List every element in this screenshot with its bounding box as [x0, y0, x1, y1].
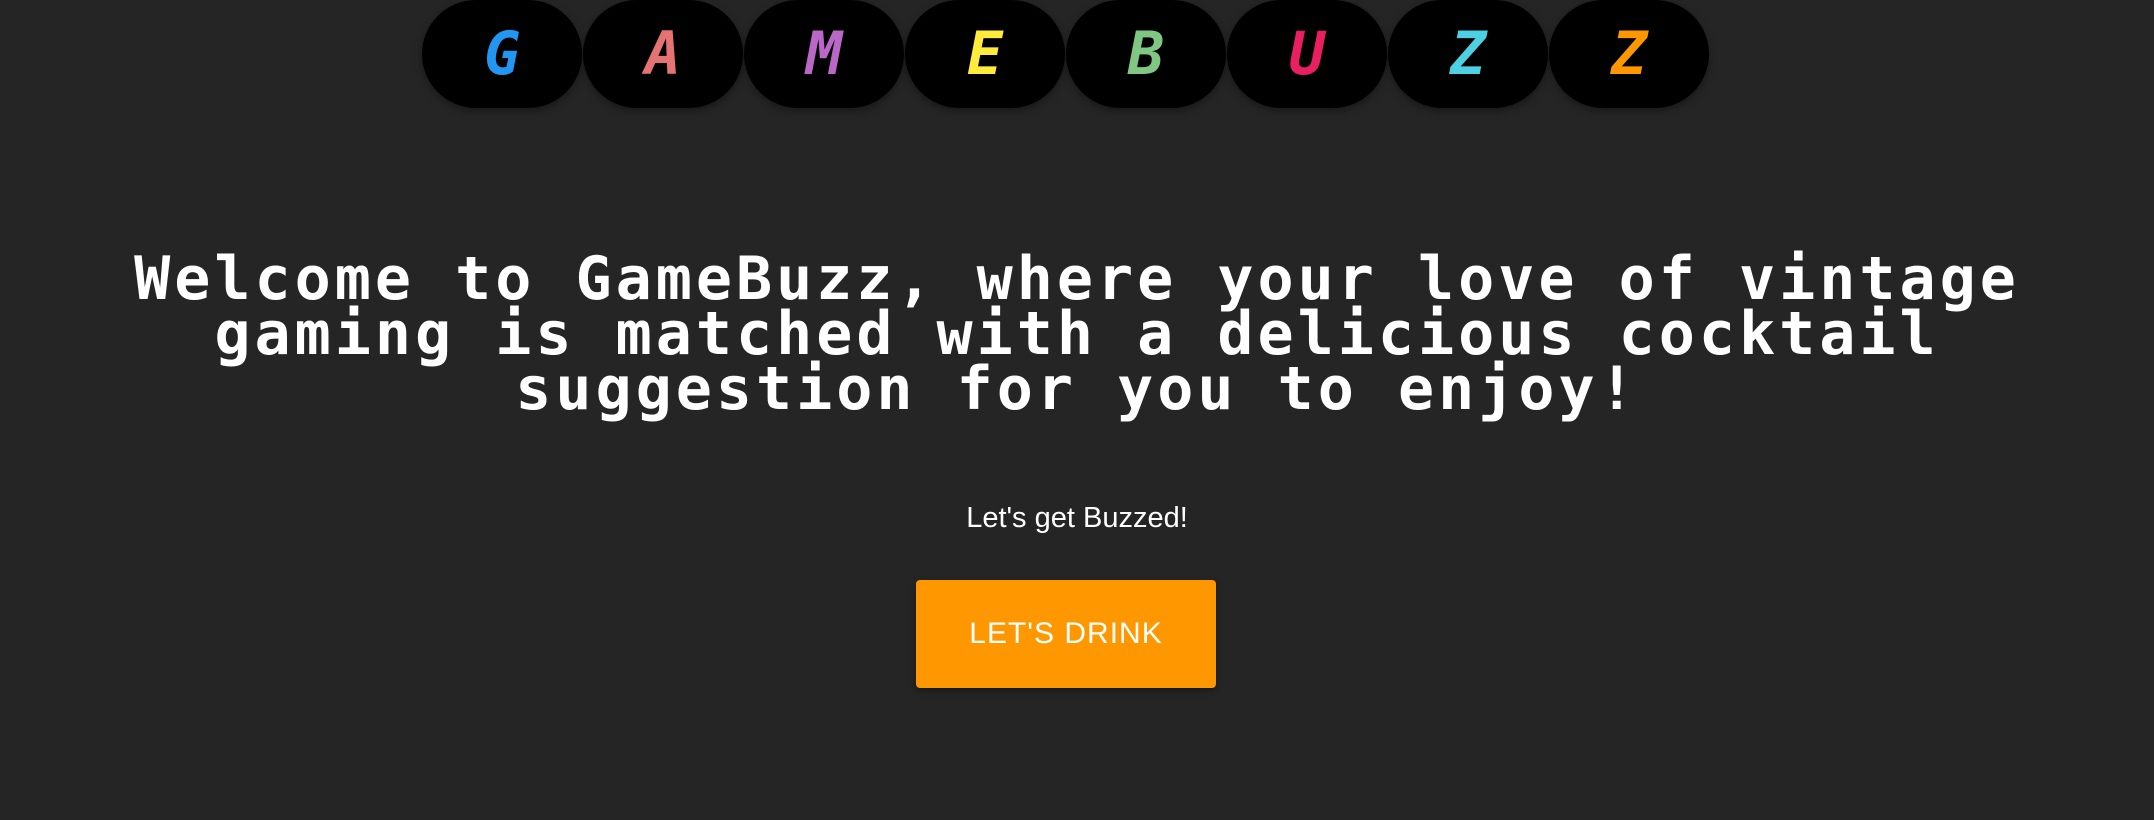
welcome-headline: Welcome to GameBuzz, where your love of … — [134, 244, 2020, 424]
logo-letter: B — [1127, 19, 1165, 89]
logo-letter: A — [644, 19, 682, 89]
logo-letter: Z — [1449, 19, 1487, 89]
logo-letter: Z — [1610, 19, 1648, 89]
logo-letter: E — [966, 19, 1004, 89]
logo-tile-b: B — [1066, 0, 1226, 108]
logo-tile-a: A — [583, 0, 743, 108]
logo-tile-g: G — [422, 0, 582, 108]
logo-letter: M — [805, 19, 843, 89]
logo-tile-e: E — [905, 0, 1065, 108]
lets-drink-button[interactable]: LET'S DRINK — [916, 580, 1216, 688]
logo-tile-z: Z — [1388, 0, 1548, 108]
tagline: Let's get Buzzed! — [966, 502, 1188, 534]
logo-tile-u: U — [1227, 0, 1387, 108]
gamebuzz-logo: G A M E B U Z Z — [422, 0, 1710, 108]
logo-tile-z: Z — [1549, 0, 1709, 108]
logo-tile-m: M — [744, 0, 904, 108]
logo-letter: U — [1288, 19, 1326, 89]
logo-letter: G — [483, 19, 521, 89]
